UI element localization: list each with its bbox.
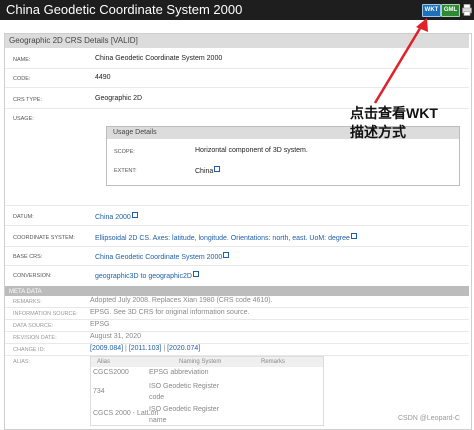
external-link-icon: [350, 233, 357, 239]
divider: [5, 307, 469, 308]
revision-date-label: REVISION DATE:: [13, 335, 57, 341]
naming-system-cell: ISO Geodetic Register code: [149, 383, 220, 401]
print-icon[interactable]: [462, 4, 472, 16]
divider: [5, 246, 469, 247]
external-link-icon: [131, 212, 138, 218]
remarks-column-header: Remarks: [261, 359, 286, 365]
change-id-list: [2009.084] | [2011.103] | [2020.074]: [90, 345, 201, 352]
coordinate-system-label: COORDINATE SYSTEM:: [13, 235, 75, 241]
crs-type-value: Geographic 2D: [95, 95, 143, 102]
usage-label: USAGE:: [13, 116, 34, 122]
meta-data-header: META DATA: [5, 286, 469, 296]
coordinate-system-link[interactable]: Ellipsoidal 2D CS. Axes: latitude, longi…: [95, 233, 357, 242]
annotation-line: 描述方式: [350, 124, 406, 140]
name-value: China Geodetic Coordinate System 2000: [95, 55, 223, 62]
alias-table-header: Alias Naming System Remarks: [91, 357, 323, 367]
datum-label: DATUM:: [13, 214, 34, 220]
alias-cell: 734: [93, 388, 105, 395]
divider: [5, 205, 469, 206]
code-label: CODE:: [13, 76, 31, 82]
divider: [5, 319, 469, 320]
information-source-value: EPSG. See 3D CRS for original informatio…: [90, 309, 250, 316]
base-crs-value[interactable]: China Geodetic Coordinate System 2000: [95, 254, 222, 261]
conversion-label: CONVERSION:: [13, 273, 52, 279]
divider: [5, 331, 469, 332]
watermark: CSDN @Leopard-C: [398, 415, 460, 422]
page-title: China Geodetic Coordinate System 2000: [6, 2, 243, 17]
change-id-link[interactable]: [2020.074]: [167, 345, 200, 352]
remarks-label: REMARKS:: [13, 299, 42, 305]
data-source-label: DATA SOURCE:: [13, 323, 54, 329]
naming-system-cell: EPSG abbreviation: [149, 369, 209, 376]
change-id-link[interactable]: [2011.103]: [129, 345, 162, 352]
alias-column-header: Alias: [97, 359, 111, 365]
external-link-icon: [223, 252, 230, 258]
base-crs-label: BASE CRS:: [13, 254, 43, 260]
data-source-value: EPSG: [90, 321, 110, 328]
revision-date-value: August 31, 2020: [90, 333, 141, 340]
extent-value[interactable]: China: [195, 168, 213, 175]
coordinate-system-value[interactable]: Ellipsoidal 2D CS. Axes: latitude, longi…: [95, 235, 350, 242]
base-crs-link[interactable]: China Geodetic Coordinate System 2000: [95, 252, 230, 261]
usage-details-title: Usage Details: [113, 129, 157, 136]
naming-system-cell: ISO Geodetic Register name: [149, 406, 220, 424]
datum-link[interactable]: China 2000: [95, 212, 138, 221]
annotation-arrow: [373, 18, 428, 104]
code-value: 4490: [95, 74, 111, 81]
conversion-link[interactable]: geographic3D to geographic2D: [95, 271, 199, 280]
datum-value[interactable]: China 2000: [95, 214, 131, 221]
crs-type-label: CRS TYPE:: [13, 97, 42, 103]
name-label: NAME:: [13, 57, 31, 63]
remarks-value: Adopted July 2008. Replaces Xian 1980 (C…: [90, 297, 273, 304]
change-id-link[interactable]: [2009.084]: [90, 345, 123, 352]
change-id-label: CHANGE ID:: [13, 347, 46, 353]
conversion-value[interactable]: geographic3D to geographic2D: [95, 273, 192, 280]
scope-value: Horizontal component of 3D system.: [195, 147, 308, 154]
alias-table: Alias Naming System Remarks CGCS2000 EPS…: [90, 356, 324, 426]
naming-system-column-header: Naming System: [179, 359, 222, 365]
alias-cell: CGCS2000: [93, 369, 129, 376]
divider: [5, 265, 469, 266]
crs-details-title: Geographic 2D CRS Details [VALID]: [9, 36, 138, 45]
meta-data-title: META DATA: [9, 289, 42, 295]
information-source-label: INFORMATION SOURCE:: [13, 311, 78, 317]
extent-label: EXTENT:: [114, 168, 137, 174]
external-link-icon: [214, 166, 221, 172]
alias-label: ALIAS:: [13, 359, 31, 365]
external-link-icon: [192, 271, 199, 277]
gml-button[interactable]: GML: [441, 4, 460, 17]
annotation-line: 点击查看WKT: [350, 105, 438, 121]
extent-link[interactable]: China: [195, 166, 221, 175]
divider: [5, 343, 469, 344]
divider: [5, 225, 469, 226]
annotation-text: 点击查看WKT 描述方式: [350, 104, 438, 142]
scope-label: SCOPE:: [114, 149, 135, 155]
